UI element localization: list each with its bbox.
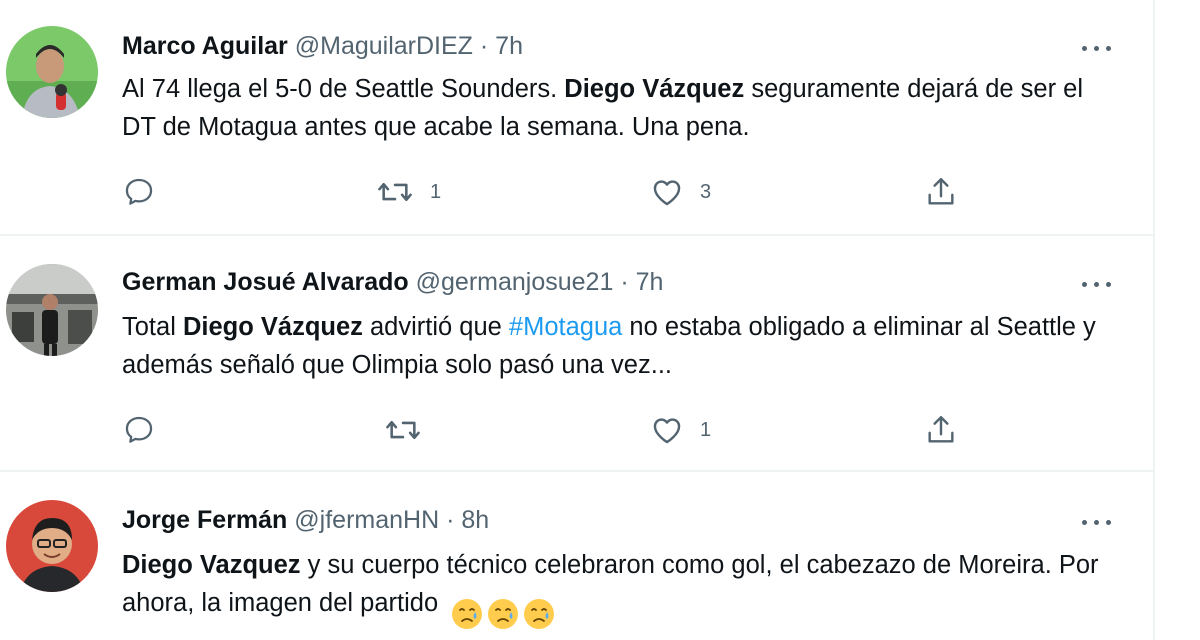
separator: ·: [479, 32, 489, 60]
separator: ·: [446, 506, 455, 534]
avatar[interactable]: [6, 500, 98, 592]
tweet-header: Jorge Fermán @jfermanHN · 8h: [122, 502, 489, 538]
reply-icon: [122, 175, 156, 209]
mention-bold: Diego Vazquez: [122, 551, 301, 579]
tweet[interactable]: Jorge Fermán @jfermanHN · 8h Diego Vazqu…: [0, 472, 1153, 640]
text-segment: Total: [122, 313, 183, 341]
retweet-button[interactable]: [384, 410, 438, 450]
like-button[interactable]: 3: [650, 172, 711, 212]
author-handle[interactable]: @MaguilarDIEZ: [295, 32, 473, 60]
tweet-actions: 1: [122, 410, 972, 450]
reply-icon: [122, 413, 156, 447]
more-icon[interactable]: [1079, 274, 1115, 294]
timestamp[interactable]: 7h: [636, 268, 664, 296]
reply-button[interactable]: [122, 172, 172, 212]
tweet-text: Diego Vazquez y su cuerpo técnico celebr…: [122, 546, 1122, 636]
retweet-button[interactable]: 1: [376, 172, 441, 212]
emoji-group: 😥 😥 😥: [449, 598, 555, 636]
like-button[interactable]: 1: [650, 410, 711, 450]
avatar[interactable]: [6, 26, 98, 118]
timestamp[interactable]: 7h: [495, 32, 523, 60]
retweet-icon: [384, 413, 422, 447]
author-name[interactable]: Marco Aguilar: [122, 32, 288, 60]
tweet[interactable]: German Josué Alvarado @germanjosue21 · 7…: [0, 236, 1153, 472]
tweet-actions: 1 3: [122, 172, 972, 212]
sad-relieved-face-icon: [524, 599, 555, 629]
tweet[interactable]: Marco Aguilar @MaguilarDIEZ · 7h Al 74 l…: [0, 0, 1153, 236]
like-count: 1: [700, 418, 712, 441]
tweet-header: Marco Aguilar @MaguilarDIEZ · 7h: [122, 28, 523, 64]
avatar[interactable]: [6, 264, 98, 356]
sad-relieved-face-icon: [488, 599, 519, 629]
like-count: 3: [700, 180, 712, 203]
separator: ·: [620, 268, 629, 296]
tweet-text: Total Diego Vázquez advirtió que #Motagu…: [122, 308, 1122, 384]
author-name[interactable]: Jorge Fermán: [122, 506, 287, 534]
author-handle[interactable]: @germanjosue21: [416, 268, 614, 296]
more-icon[interactable]: [1079, 512, 1115, 532]
share-icon: [924, 175, 958, 209]
sad-relieved-face-icon: [452, 599, 483, 629]
share-button[interactable]: [924, 172, 958, 212]
more-icon[interactable]: [1079, 38, 1115, 58]
share-icon: [924, 413, 958, 447]
mention-bold: Diego Vázquez: [182, 313, 363, 341]
heart-icon: [650, 175, 684, 209]
tweet-feed: Marco Aguilar @MaguilarDIEZ · 7h Al 74 l…: [0, 0, 1155, 640]
timestamp[interactable]: 8h: [461, 506, 489, 534]
author-name[interactable]: German Josué Alvarado: [122, 268, 409, 296]
mention-bold: Diego Vázquez: [564, 75, 745, 103]
tweet-header: German Josué Alvarado @germanjosue21 · 7…: [122, 264, 663, 300]
retweet-count: 1: [430, 180, 442, 203]
share-button[interactable]: [924, 410, 958, 450]
reply-button[interactable]: [122, 410, 172, 450]
author-handle[interactable]: @jfermanHN: [294, 506, 439, 534]
retweet-icon: [376, 175, 414, 209]
text-segment: advirtió que: [362, 313, 509, 341]
heart-icon: [650, 413, 684, 447]
hashtag-link[interactable]: #Motagua: [509, 313, 622, 341]
text-segment: Al 74 llega el 5-0 de Seattle Sounders.: [122, 75, 565, 103]
tweet-text: Al 74 llega el 5-0 de Seattle Sounders. …: [122, 70, 1122, 146]
